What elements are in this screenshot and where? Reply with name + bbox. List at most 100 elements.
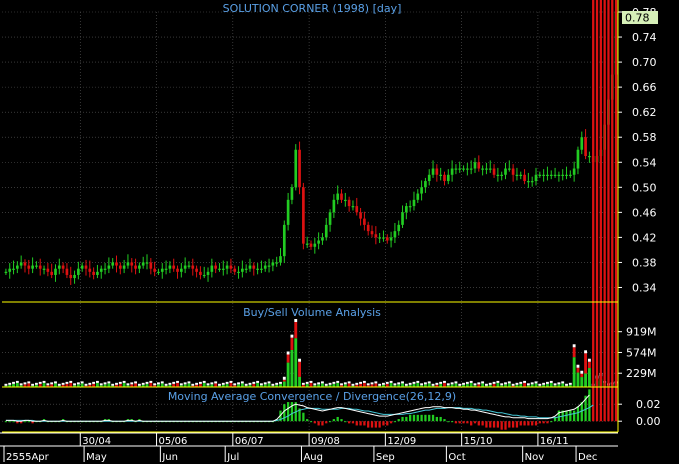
volume-cap [397,382,401,385]
volume-buy-segment [298,376,301,387]
volume-segment [15,382,19,387]
volume-panel-title: Buy/Sell Volume Analysis [243,306,381,319]
volume-cap [481,381,485,384]
volume-bar [54,381,57,387]
volume-cap [530,382,534,385]
current-price-badge: 0.78 [622,11,658,25]
volume-bar [317,382,321,387]
candle-body [572,168,576,175]
volume-bar [225,381,229,387]
volume-cap [526,383,530,386]
candle-body [546,174,549,176]
candle-body [363,218,366,225]
macd-tick-label: 0.00 [636,415,661,428]
volume-bar [321,381,324,387]
volume-cap [259,383,263,386]
volume-cap [15,380,19,383]
volume-bar [221,382,225,387]
candle-body [408,206,412,208]
month-tick-label: Aug [303,452,323,463]
volume-cap [324,383,328,386]
candle-body [145,262,149,264]
volume-segment [469,382,473,387]
volume-cap [469,380,473,383]
volume-cap [515,382,519,385]
volume-bar [8,382,12,387]
volume-cap [580,370,584,374]
volume-cap [54,381,57,384]
volume-segment [214,383,218,387]
candle-body [305,243,309,245]
candle-body [286,199,290,225]
volume-tick-label: 229M [626,367,657,380]
volume-bar [427,381,431,387]
candle-body [282,224,286,257]
volume-cap [80,381,84,384]
volume-cap [275,382,279,385]
volume-bar [233,383,237,387]
candle-body [115,262,118,266]
volume-bar [507,381,511,387]
volume-cap [412,381,416,384]
candle-body [233,268,237,272]
volume-cap [126,383,130,386]
volume-cap [237,382,240,385]
volume-bar [359,381,363,387]
candle-body [355,206,359,213]
volume-cap [221,382,225,385]
volume-cap [103,382,107,385]
volume-segment [321,383,324,387]
volume-bar [23,382,27,387]
volume-cap [244,383,248,386]
candle-body [389,237,393,241]
candle-body [309,243,313,247]
candle-body [359,212,362,219]
date-tick-label: 16/11 [540,436,569,447]
date-tick-label: 15/10 [464,436,493,447]
volume-cap [191,383,195,386]
candle-body [351,206,355,208]
candle-body [347,199,351,207]
volume-bar [408,382,412,387]
candle-body [210,265,214,272]
volume-bar [99,383,103,387]
candle-body [298,149,301,188]
volume-segment [187,383,191,387]
volume-cap [584,350,588,354]
month-tick-label: Dec [578,452,597,463]
month-tick-label: May [86,452,107,463]
volume-bar [252,381,256,387]
volume-sell-segment [576,367,580,373]
volume-bar [206,383,210,387]
stock-chart[interactable]: SOLUTION CORNER (1998) [day] 0.78 0.74 0.7… [0,0,679,464]
volume-cap [225,381,229,384]
volume-buy-segment [572,357,576,387]
candle-body [515,174,519,176]
candle-body [439,174,442,176]
volume-segment [336,382,340,387]
candle-body [523,174,526,182]
candle-body [340,193,343,200]
volume-buy-segment [584,373,588,387]
volume-cap [19,383,23,386]
volume-bar [397,382,401,387]
volume-cap [538,383,542,386]
volume-cap [408,382,412,385]
volume-bar [103,382,107,387]
volume-cap [73,383,76,386]
volume-bar [12,381,15,387]
candle-body [111,262,115,266]
volume-cap [179,383,183,386]
volume-bar [76,382,80,387]
volume-cap [168,382,172,385]
volume-bar [130,382,134,387]
candle-body [248,265,252,269]
candle-body [511,168,515,175]
volume-cap [301,382,305,385]
volume-cap [271,383,275,386]
volume-bar [343,382,347,387]
candle-body [279,256,282,263]
candle-body [275,262,279,264]
volume-bar [259,383,263,387]
candle-body [374,234,378,238]
